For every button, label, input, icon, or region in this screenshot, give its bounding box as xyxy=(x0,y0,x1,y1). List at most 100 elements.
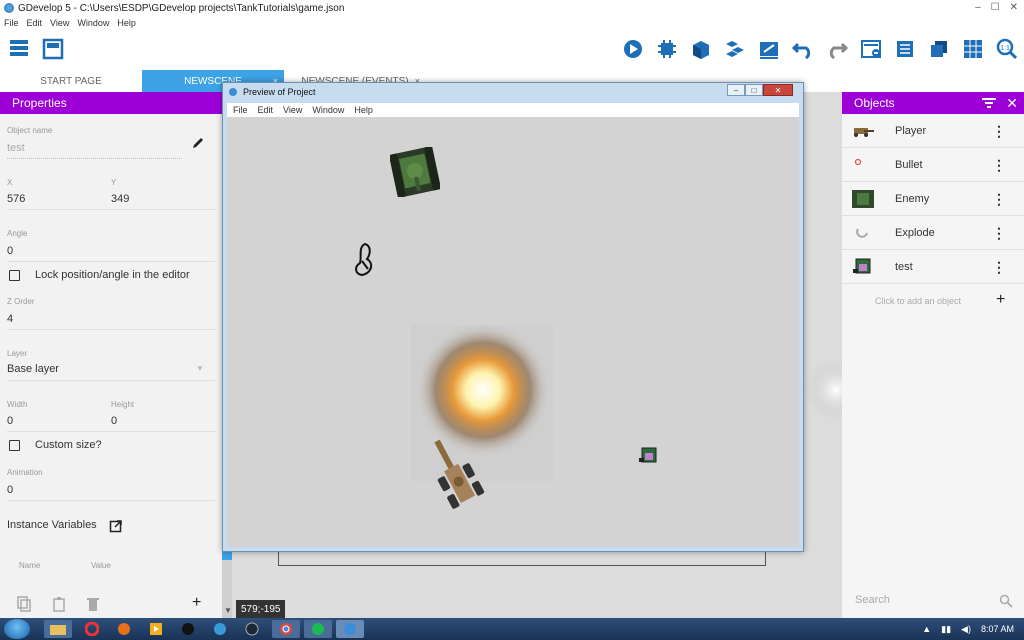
grid-toggle-icon[interactable] xyxy=(962,38,984,60)
layers-stack-icon[interactable] xyxy=(928,38,950,60)
animation-field[interactable]: 0 xyxy=(7,484,13,496)
list-item[interactable]: test ⋮ xyxy=(842,250,1024,284)
close-panel-icon[interactable]: ✕ xyxy=(1006,95,1018,112)
paste-icon[interactable] xyxy=(51,596,67,612)
zorder-field[interactable]: 4 xyxy=(7,313,13,325)
list-item[interactable]: Explode ⋮ xyxy=(842,216,1024,250)
preview-close-icon[interactable]: ✕ xyxy=(763,84,793,96)
preview-title-bar: Preview of Project xyxy=(223,83,803,101)
zoom-reset-icon[interactable]: 1:1 xyxy=(996,38,1018,60)
x-label: X xyxy=(7,178,13,187)
tab-start-page-label: START PAGE xyxy=(40,75,102,87)
object-name: Explode xyxy=(895,226,935,239)
height-field[interactable]: 0 xyxy=(111,415,117,427)
game-canvas[interactable] xyxy=(227,117,799,547)
chevron-down-icon[interactable]: ▼ xyxy=(196,364,204,373)
preview-play-icon[interactable] xyxy=(622,38,644,60)
unity-icon[interactable] xyxy=(174,620,202,638)
redo-icon[interactable] xyxy=(826,38,848,60)
preview-app-icon xyxy=(229,88,237,96)
edit-pencil-icon[interactable] xyxy=(191,136,205,150)
window-controls: – ☐ ✕ xyxy=(975,2,1018,13)
delete-icon[interactable] xyxy=(85,596,101,612)
test-sprite-icon xyxy=(853,258,871,273)
more-options-icon[interactable]: ⋮ xyxy=(992,260,1006,274)
tab-start-page[interactable]: START PAGE xyxy=(0,70,142,92)
maximize-icon[interactable]: ☐ xyxy=(991,2,1000,13)
x-field[interactable]: 576 xyxy=(7,193,25,205)
preview-menu-help[interactable]: Help xyxy=(354,105,373,115)
lock-position-label: Lock position/angle in the editor xyxy=(35,269,190,281)
add-object-button[interactable]: + xyxy=(996,291,1005,309)
add-object-hint: Click to add an object xyxy=(875,296,962,306)
minimize-icon[interactable]: – xyxy=(975,2,981,13)
preview-window[interactable]: Preview of Project – □ ✕ File Edit View … xyxy=(222,82,804,552)
search-icon xyxy=(999,594,1013,608)
preview-menu-file[interactable]: File xyxy=(233,105,248,115)
volume-icon[interactable]: ◀) xyxy=(961,624,971,635)
y-field[interactable]: 349 xyxy=(111,193,129,205)
debugger-icon[interactable] xyxy=(656,38,678,60)
explode-icon xyxy=(856,227,868,238)
objects-search-input[interactable]: Search xyxy=(855,594,890,606)
list-item[interactable]: Enemy ⋮ xyxy=(842,182,1024,216)
menu-file[interactable]: File xyxy=(4,18,19,28)
svg-text:1:1: 1:1 xyxy=(1000,45,1010,52)
properties-edit-icon[interactable] xyxy=(758,38,780,60)
layers-list-icon[interactable] xyxy=(894,38,916,60)
angle-field[interactable]: 0 xyxy=(7,245,13,257)
firefox-icon[interactable] xyxy=(110,620,138,638)
more-options-icon[interactable]: ⋮ xyxy=(992,192,1006,206)
preview-menu-view[interactable]: View xyxy=(283,105,302,115)
more-options-icon[interactable]: ⋮ xyxy=(992,158,1006,172)
network-icon[interactable]: ▮▮ xyxy=(941,624,951,635)
copy-icon[interactable] xyxy=(16,596,32,612)
media-player-icon[interactable] xyxy=(142,620,170,638)
menu-edit[interactable]: Edit xyxy=(27,18,43,28)
clock[interactable]: 8:07 AM xyxy=(981,624,1014,634)
list-item[interactable]: Bullet ⋮ xyxy=(842,148,1024,182)
start-button-icon[interactable] xyxy=(4,619,30,639)
undo-icon[interactable] xyxy=(792,38,814,60)
scroll-down-icon[interactable]: ▼ xyxy=(224,606,232,615)
menu-help[interactable]: Help xyxy=(117,18,136,28)
preview-maximize-icon[interactable]: □ xyxy=(745,84,763,96)
close-icon[interactable]: ✕ xyxy=(1010,2,1018,13)
width-field[interactable]: 0 xyxy=(7,415,13,427)
bullet-icon xyxy=(854,158,862,165)
filter-icon[interactable] xyxy=(982,97,996,109)
tray-arrow-icon[interactable]: ▲ xyxy=(922,624,931,634)
properties-title: Properties xyxy=(12,96,67,110)
scene-editor-icon[interactable] xyxy=(42,38,64,60)
edge-icon[interactable] xyxy=(206,620,234,638)
list-item[interactable]: Player ⋮ xyxy=(842,114,1024,148)
preview-menu-edit[interactable]: Edit xyxy=(258,105,274,115)
add-object-icon[interactable] xyxy=(690,38,712,60)
instances-list-icon[interactable] xyxy=(860,38,882,60)
more-options-icon[interactable]: ⋮ xyxy=(992,226,1006,240)
preview-menu-window[interactable]: Window xyxy=(312,105,344,115)
preview-minimize-icon[interactable]: – xyxy=(727,84,745,96)
chrome-icon[interactable] xyxy=(272,620,300,638)
layer-select[interactable]: Base layer xyxy=(7,363,59,375)
y-label: Y xyxy=(111,178,117,187)
object-name-label: Object name xyxy=(7,126,53,135)
window-title: GDevelop 5 - C:\Users\ESDP\GDevelop proj… xyxy=(18,2,345,14)
add-variable-icon[interactable]: + xyxy=(192,594,201,612)
custom-size-checkbox[interactable] xyxy=(9,440,20,451)
menu-view[interactable]: View xyxy=(50,18,69,28)
project-manager-icon[interactable] xyxy=(8,38,30,60)
open-external-icon[interactable] xyxy=(109,519,123,533)
opera-icon[interactable] xyxy=(78,620,106,638)
object-groups-icon[interactable] xyxy=(724,38,746,60)
object-name-field[interactable]: test xyxy=(7,142,25,154)
menu-window[interactable]: Window xyxy=(77,18,109,28)
gdevelop-taskbar-icon[interactable] xyxy=(336,620,364,638)
spotify-icon[interactable] xyxy=(304,620,332,638)
lock-position-checkbox[interactable] xyxy=(9,270,20,281)
animation-label: Animation xyxy=(7,468,43,477)
steam-icon[interactable] xyxy=(238,620,266,638)
file-explorer-icon[interactable] xyxy=(44,620,72,638)
more-options-icon[interactable]: ⋮ xyxy=(992,124,1006,138)
main-toolbar: 1:1 xyxy=(0,30,1024,70)
